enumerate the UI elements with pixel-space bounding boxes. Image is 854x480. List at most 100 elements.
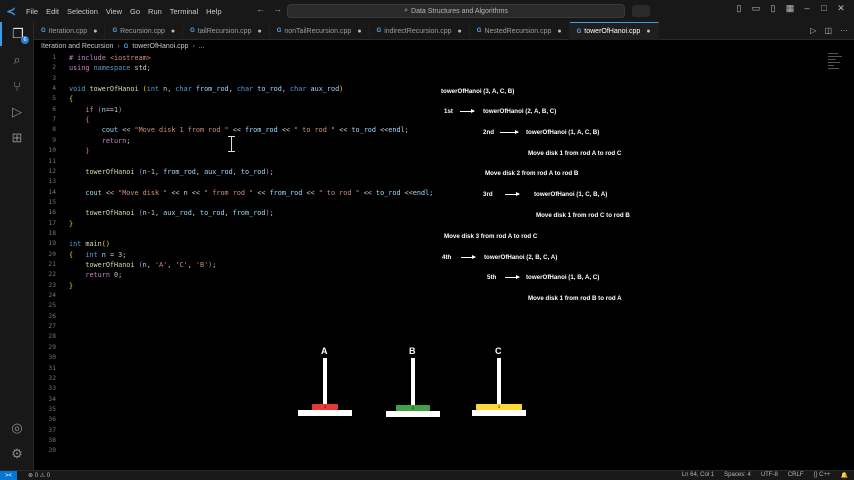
tab-tower-of-hanoi[interactable]: GtowerOfHanoi.cpp ●: [569, 22, 659, 40]
step-label: 1st: [444, 108, 453, 115]
tab-label: Iteration.cpp: [48, 27, 88, 35]
code-line: using namespace std;: [69, 64, 151, 73]
code-line: int main(): [69, 240, 110, 249]
account-icon[interactable]: ◎: [0, 416, 34, 440]
line-number: 16: [48, 209, 56, 217]
unsaved-dot-icon[interactable]: ●: [257, 28, 261, 35]
line-number: 31: [48, 364, 56, 372]
line-number: 39: [48, 447, 56, 455]
line-number: 29: [48, 343, 56, 351]
rod-b-base: [386, 411, 440, 417]
menu-view[interactable]: View: [102, 7, 126, 16]
breadcrumb-file[interactable]: towerOfHanoi.cpp: [132, 43, 188, 50]
menu-edit[interactable]: Edit: [42, 7, 63, 16]
search-icon[interactable]: ⌕: [0, 48, 34, 72]
tab-tail-recursion[interactable]: GtailRecursion.cpp ●: [183, 22, 270, 40]
code-line: cout << "Move disk 1 from rod " << from_…: [101, 126, 409, 135]
menu-run[interactable]: Run: [144, 7, 166, 16]
remote-indicator[interactable]: ><: [0, 470, 17, 480]
unsaved-dot-icon[interactable]: ●: [357, 28, 361, 35]
toggle-panel-icon[interactable]: ▭: [751, 3, 761, 14]
line-number: 22: [48, 271, 56, 279]
status-right: Ln 64, Col 1 Spaces: 4 UTF-8 CRLF {} C++…: [682, 472, 848, 479]
minimap[interactable]: [828, 53, 842, 83]
tab-non-tail-recursion[interactable]: GnonTailRecursion.cpp ●: [270, 22, 370, 40]
encoding[interactable]: UTF-8: [761, 472, 778, 479]
toggle-sidebar-icon[interactable]: ▯: [734, 3, 744, 14]
more-actions-icon[interactable]: ···: [840, 26, 848, 35]
extensions-icon[interactable]: ⊞: [0, 126, 34, 150]
run-debug-icon[interactable]: ▷: [0, 100, 34, 124]
tab-nested-recursion[interactable]: G NestedRecursion.cpp ●: [470, 22, 570, 40]
step-label: 5th: [487, 274, 497, 281]
window-controls: ▯ ▭ ▯ ▦ – □ ✕: [734, 3, 846, 14]
tab-indirect-recursion[interactable]: GindirectRecursion.cpp ●: [370, 22, 470, 40]
code-content[interactable]: # include <iostream> using namespace std…: [69, 53, 433, 290]
arrow-right-icon: [460, 109, 475, 113]
cpp-file-icon: G: [112, 28, 118, 34]
line-number: 13: [48, 178, 56, 186]
command-center-label: Data Structures and Algorithms: [411, 7, 508, 15]
menu-selection[interactable]: Selection: [63, 7, 102, 16]
rod-b-pole: [411, 358, 415, 410]
tab-recursion[interactable]: G Recursion.cpp ●: [105, 22, 184, 40]
notifications-bell-icon[interactable]: 🔔: [841, 472, 848, 479]
line-number: 11: [48, 157, 56, 165]
forward-arrow-icon[interactable]: →: [273, 4, 282, 14]
explorer-badge: 6: [21, 36, 29, 44]
line-number: 35: [48, 405, 56, 413]
indentation[interactable]: Spaces: 4: [724, 472, 751, 479]
menu-go[interactable]: Go: [126, 7, 144, 16]
maximize-icon[interactable]: □: [819, 3, 829, 14]
end-of-line[interactable]: CRLF: [788, 472, 804, 479]
close-icon[interactable]: ✕: [836, 3, 846, 14]
minimap-line: [828, 62, 840, 63]
code-line: towerOfHanoi (n-1, aux_rod, to_rod, from…: [85, 209, 274, 218]
cursor-position[interactable]: Ln 64, Col 1: [682, 472, 714, 479]
line-number: 34: [48, 395, 56, 403]
line-number: 4: [52, 85, 56, 93]
code-editor[interactable]: 1 2 3 4 5 6 7 8 9 10 11 12 13 14 15 16 17 18 19 20 21 22 23 24 2…: [34, 53, 854, 470]
unsaved-dot-icon[interactable]: ●: [93, 28, 97, 35]
arrow-right-icon: [461, 255, 476, 259]
code-line: towerOfHanoi (n-1, from_rod, aux_rod, to…: [85, 167, 274, 176]
cpp-file-icon: G: [276, 28, 282, 34]
source-control-icon[interactable]: ⑂: [0, 74, 34, 98]
disk-number: 3: [497, 404, 501, 409]
line-number: 37: [48, 426, 56, 434]
unsaved-dot-icon[interactable]: ●: [171, 28, 175, 35]
tab-iteration[interactable]: G Iteration.cpp ●: [34, 22, 106, 40]
disk-number: 1: [323, 404, 327, 409]
menu-help[interactable]: Help: [202, 7, 225, 16]
explorer-icon[interactable]: ❐ 6: [0, 22, 34, 46]
split-editor-icon[interactable]: ◫: [824, 26, 832, 35]
command-center-search[interactable]: ⌕ Data Structures and Algorithms: [287, 4, 625, 18]
problems-indicator[interactable]: ⊗ 0 ⚠ 0: [28, 472, 50, 479]
rod-label-b: B: [409, 346, 416, 356]
menu-terminal[interactable]: Terminal: [166, 7, 202, 16]
breadcrumb-more[interactable]: ...: [199, 43, 205, 50]
code-line: if (n==1): [85, 105, 123, 114]
line-number: 8: [52, 126, 56, 134]
menu-file[interactable]: File: [22, 7, 42, 16]
text-cursor-icon: [228, 136, 235, 152]
minimize-icon[interactable]: –: [802, 3, 812, 14]
unsaved-dot-icon[interactable]: ●: [458, 28, 462, 35]
layout-icon[interactable]: ▦: [785, 3, 795, 14]
cpp-file-icon: G: [376, 28, 382, 34]
line-number: 12: [48, 167, 56, 175]
breadcrumb-folder[interactable]: Iteration and Recursion: [41, 43, 113, 50]
move-step: Move disk 1 from rod A to rod C: [528, 150, 622, 157]
settings-gear-icon[interactable]: ⚙: [0, 442, 34, 466]
navigation-arrows: ← →: [256, 4, 282, 14]
toggle-secondary-sidebar-icon[interactable]: ▯: [768, 3, 778, 14]
unsaved-dot-icon[interactable]: ●: [557, 28, 561, 35]
recursive-call: towerOfHanoi (2, A, B, C): [483, 108, 557, 115]
back-arrow-icon[interactable]: ←: [256, 4, 265, 14]
line-number: 24: [48, 292, 56, 300]
unsaved-dot-icon[interactable]: ●: [646, 28, 650, 35]
run-code-icon[interactable]: ▷: [810, 26, 816, 35]
language-mode[interactable]: {} C++: [814, 472, 831, 479]
line-number: 20: [48, 250, 56, 258]
copilot-dropdown[interactable]: [632, 5, 650, 17]
